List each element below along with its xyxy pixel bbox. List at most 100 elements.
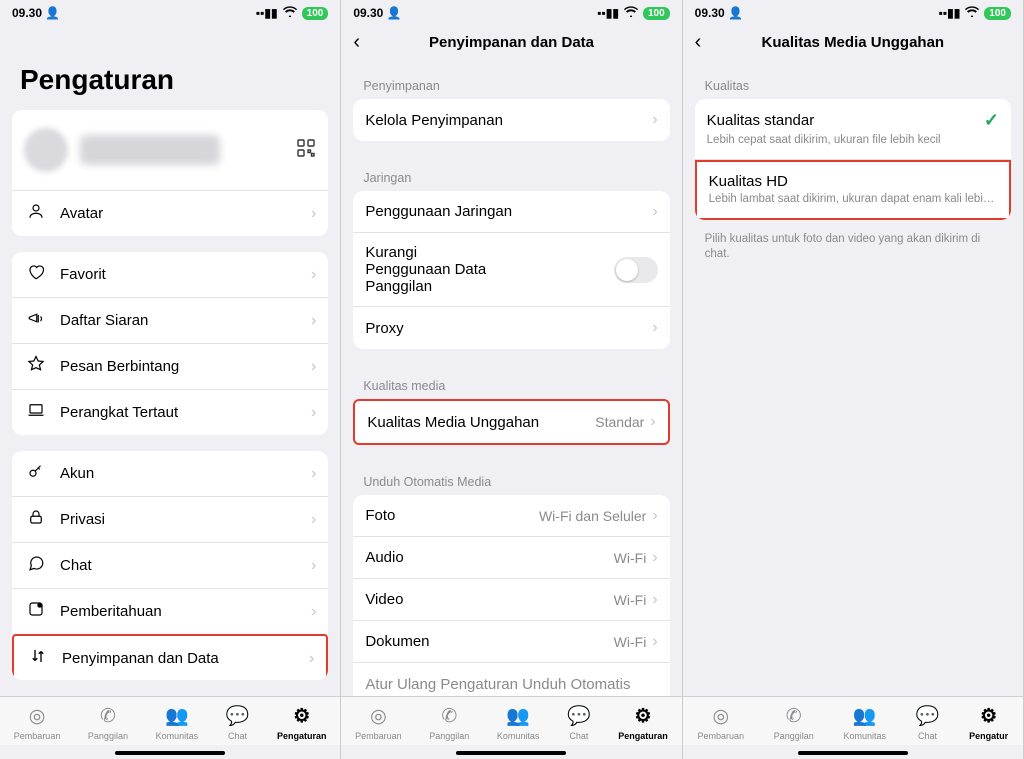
standard-quality-label: Kualitas standar <box>707 112 984 129</box>
storage-data-row[interactable]: Penyimpanan dan Data › <box>12 634 328 680</box>
proxy-row[interactable]: Proxy › <box>353 307 669 349</box>
reduce-call-data-toggle[interactable] <box>614 257 658 283</box>
person-icon: 👤 <box>45 6 60 20</box>
document-value: Wi-Fi <box>614 634 647 650</box>
tab-updates[interactable]: ◎Pembaruan <box>698 705 745 741</box>
broadcast-row[interactable]: Daftar Siaran › <box>12 298 328 344</box>
chats-icon: 💬 <box>567 704 591 728</box>
tab-chats[interactable]: 💬Chat <box>567 704 591 741</box>
privacy-row[interactable]: Privasi › <box>12 497 328 543</box>
network-usage-row[interactable]: Penggunaan Jaringan › <box>353 191 669 233</box>
linked-devices-row[interactable]: Perangkat Tertaut › <box>12 390 328 435</box>
chat-settings-row[interactable]: Chat › <box>12 543 328 589</box>
chevron-right-icon: › <box>311 205 316 223</box>
photo-value: Wi-Fi dan Seluler <box>539 508 646 524</box>
signal-icon: ▪▪▮▮ <box>939 6 961 20</box>
media-upload-quality-screen: 09.30 👤 ▪▪▮▮ 100 ‹ Kualitas Media Unggah… <box>683 0 1024 759</box>
battery-badge: 100 <box>302 7 329 20</box>
chevron-right-icon: › <box>652 111 657 129</box>
hd-quality-sub: Lebih lambat saat dikirim, ukuran dapat … <box>709 193 997 207</box>
audio-label: Audio <box>365 549 613 566</box>
document-row[interactable]: Dokumen Wi-Fi › <box>353 621 669 663</box>
broadcast-label: Daftar Siaran <box>60 312 311 329</box>
nav-bar: ‹ Penyimpanan dan Data <box>341 24 681 65</box>
favorite-row[interactable]: Favorit › <box>12 252 328 298</box>
phone-icon: ✆ <box>441 705 457 728</box>
reset-autodownload-row[interactable]: Atur Ulang Pengaturan Unduh Otomatis <box>353 663 669 696</box>
tab-chats[interactable]: 💬Chat <box>226 704 250 741</box>
chevron-right-icon: › <box>311 358 316 376</box>
tab-settings[interactable]: ⚙Pengaturan <box>618 705 668 741</box>
star-icon <box>24 355 48 378</box>
chevron-right-icon: › <box>311 603 316 621</box>
updates-icon: ◎ <box>370 705 387 728</box>
notif-label: Pemberitahuan <box>60 603 311 620</box>
hd-quality-label: Kualitas HD <box>709 173 997 190</box>
profile-row[interactable] <box>12 110 328 191</box>
avatar-icon <box>24 202 48 225</box>
avatar-row[interactable]: Avatar › <box>12 191 328 236</box>
section-network: Jaringan <box>349 157 673 191</box>
manage-storage-label: Kelola Penyimpanan <box>365 112 652 129</box>
tab-calls[interactable]: ✆Panggilan <box>774 705 814 741</box>
tab-settings[interactable]: ⚙Pengaturan <box>277 705 327 741</box>
wifi-icon <box>283 6 297 20</box>
standard-quality-sub: Lebih cepat saat dikirim, ukuran file le… <box>707 134 941 148</box>
community-icon: 👥 <box>853 704 877 728</box>
nav-title: Kualitas Media Unggahan <box>762 34 945 51</box>
wifi-icon <box>624 6 638 20</box>
tab-updates[interactable]: ◎Pembaruan <box>355 705 402 741</box>
key-icon <box>24 462 48 485</box>
back-button[interactable]: ‹ <box>695 31 702 54</box>
account-row[interactable]: Akun › <box>12 451 328 497</box>
hd-quality-row[interactable]: Kualitas HD Lebih lambat saat dikirim, u… <box>695 160 1011 220</box>
tab-bar: ◎Pembaruan ✆Panggilan 👥Komunitas 💬Chat ⚙… <box>0 696 340 745</box>
page-title: Pengaturan <box>8 24 332 110</box>
upload-quality-row[interactable]: Kualitas Media Unggahan Standar › <box>355 401 667 443</box>
community-icon: 👥 <box>165 704 189 728</box>
proxy-label: Proxy <box>365 320 652 337</box>
settings-screen: 09.30 👤 ▪▪▮▮ 100 Pengaturan <box>0 0 341 759</box>
standard-quality-row[interactable]: Kualitas standar ✓ Lebih cepat saat diki… <box>695 99 1011 160</box>
heart-icon <box>24 263 48 286</box>
updates-icon: ◎ <box>29 705 46 728</box>
community-icon: 👥 <box>506 704 530 728</box>
photo-row[interactable]: Foto Wi-Fi dan Seluler › <box>353 495 669 537</box>
linked-label: Perangkat Tertaut <box>60 404 311 421</box>
tab-calls[interactable]: ✆Panggilan <box>429 705 469 741</box>
account-label: Akun <box>60 465 311 482</box>
tab-communities[interactable]: 👥Komunitas <box>843 704 886 741</box>
avatar-label: Avatar <box>60 205 311 222</box>
status-bar: 09.30 👤 ▪▪▮▮ 100 <box>341 0 681 24</box>
manage-storage-row[interactable]: Kelola Penyimpanan › <box>353 99 669 141</box>
storage-and-data-screen: 09.30 👤 ▪▪▮▮ 100 ‹ Penyimpanan dan Data … <box>341 0 682 759</box>
tab-settings[interactable]: ⚙Pengatur <box>969 705 1008 741</box>
person-icon: 👤 <box>387 6 402 20</box>
tab-chats[interactable]: 💬Chat <box>916 704 940 741</box>
starred-row[interactable]: Pesan Berbintang › <box>12 344 328 390</box>
phone-icon: ✆ <box>786 705 802 728</box>
section-media-quality: Kualitas media <box>349 365 673 399</box>
tab-updates[interactable]: ◎Pembaruan <box>14 705 61 741</box>
tab-communities[interactable]: 👥Komunitas <box>497 704 540 741</box>
tab-communities[interactable]: 👥Komunitas <box>156 704 199 741</box>
reduce-call-data-row[interactable]: Kurangi Penggunaan Data Panggilan <box>353 233 669 307</box>
video-value: Wi-Fi <box>614 592 647 608</box>
video-row[interactable]: Video Wi-Fi › <box>353 579 669 621</box>
audio-row[interactable]: Audio Wi-Fi › <box>353 537 669 579</box>
phone-icon: ✆ <box>100 705 116 728</box>
person-icon: 👤 <box>728 6 743 20</box>
gear-icon: ⚙ <box>293 705 310 728</box>
tab-bar: ◎Pembaruan ✆Panggilan 👥Komunitas 💬Chat ⚙… <box>341 696 681 745</box>
chevron-right-icon: › <box>311 266 316 284</box>
back-button[interactable]: ‹ <box>353 31 360 54</box>
qr-icon[interactable] <box>296 138 316 163</box>
tab-calls[interactable]: ✆Panggilan <box>88 705 128 741</box>
chevron-right-icon: › <box>311 312 316 330</box>
home-indicator <box>456 751 566 755</box>
notifications-row[interactable]: Pemberitahuan › <box>12 589 328 635</box>
chevron-right-icon: › <box>652 507 657 525</box>
signal-icon: ▪▪▮▮ <box>597 6 619 20</box>
chevron-right-icon: › <box>652 203 657 221</box>
chevron-right-icon: › <box>652 319 657 337</box>
